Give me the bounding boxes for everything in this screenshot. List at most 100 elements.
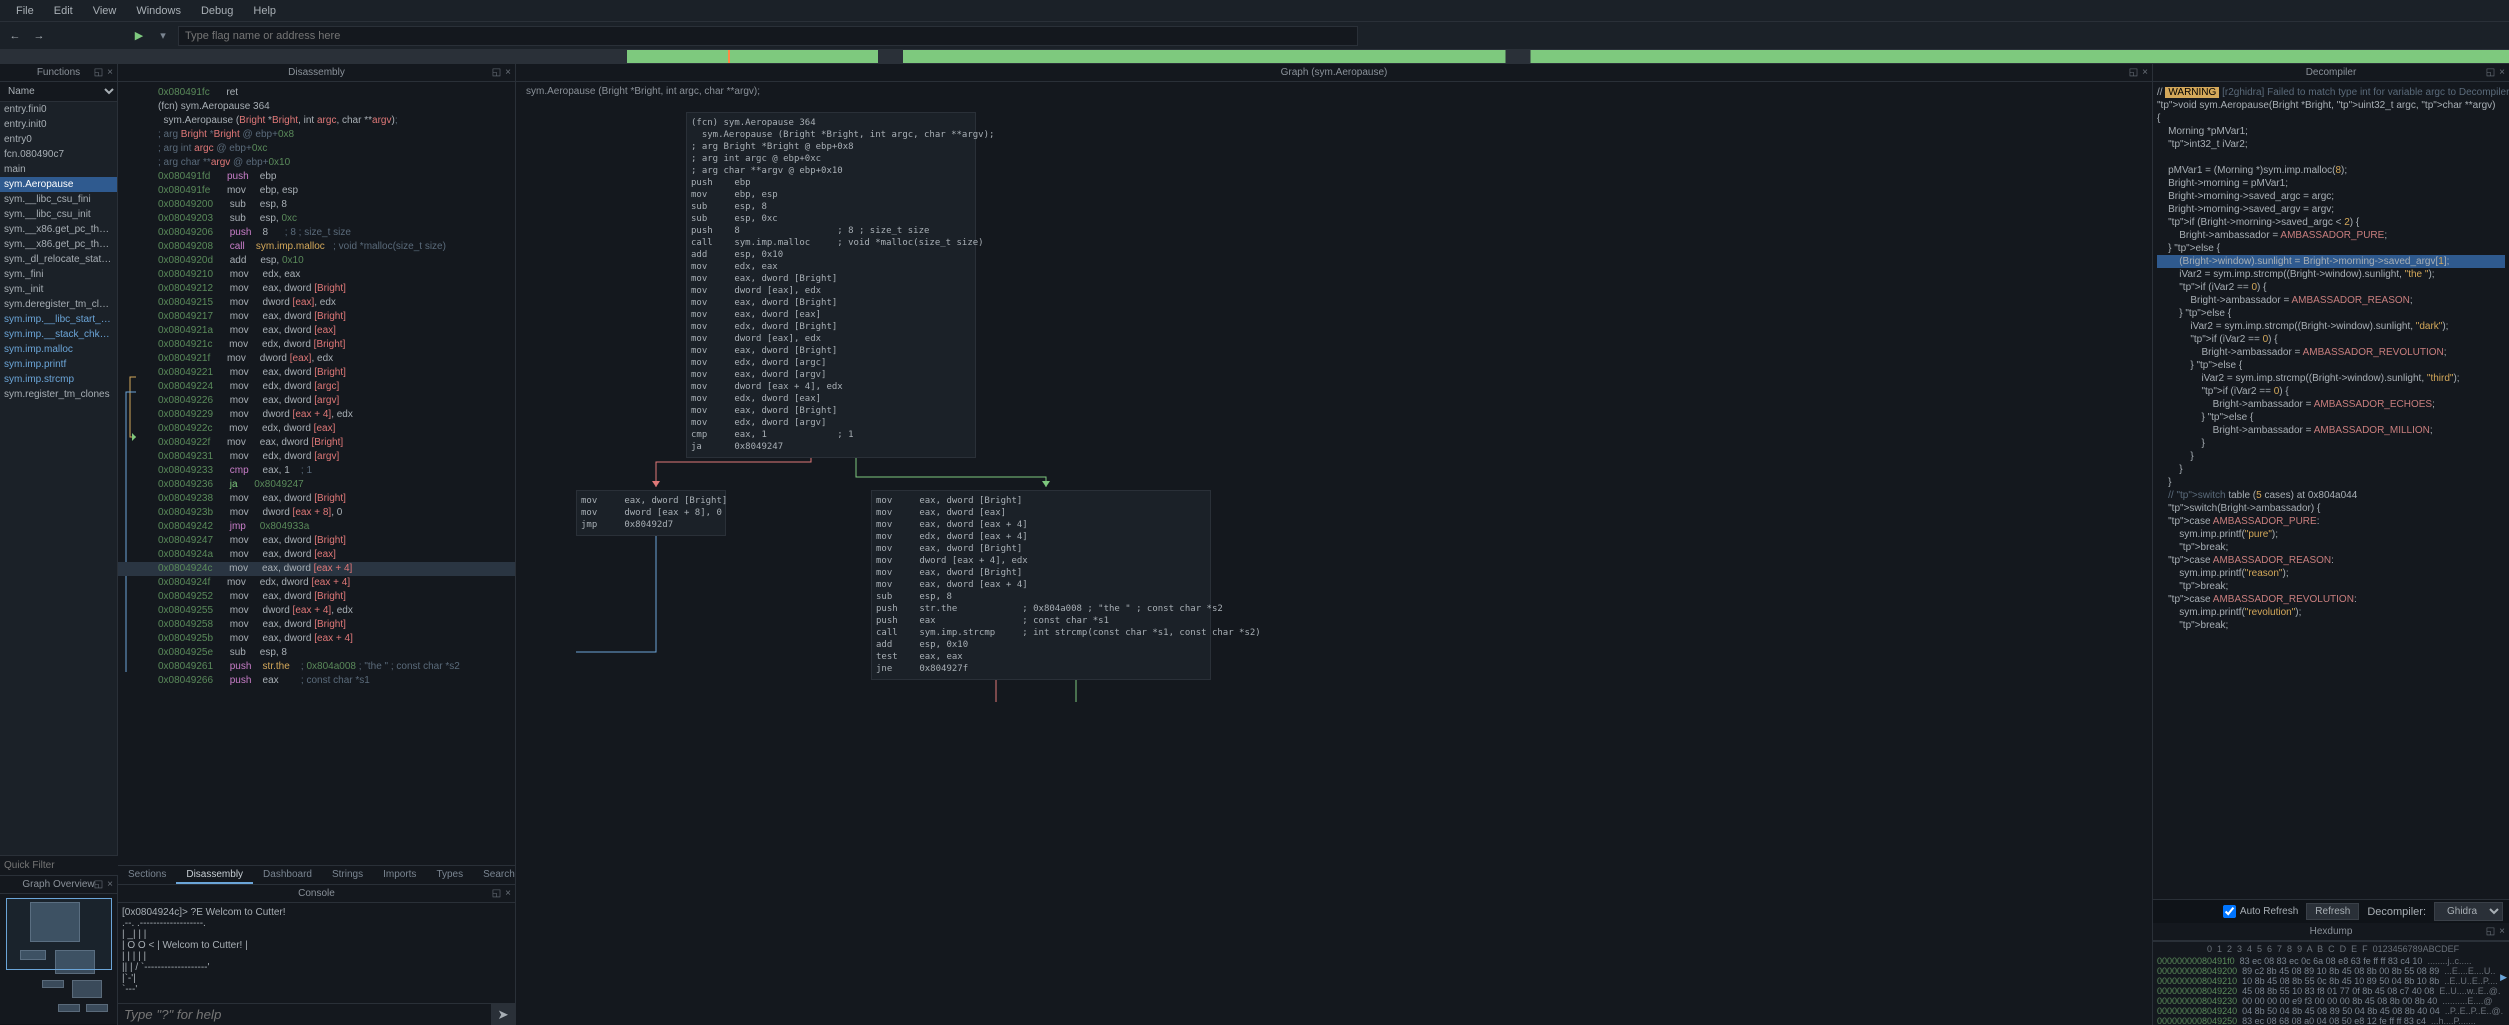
disasm-line[interactable]: 0x08049229 mov dword [eax + 4], edx bbox=[118, 408, 515, 422]
hex-row[interactable]: 0000000008049250 83 ec 08 68 08 a0 04 08… bbox=[2153, 1016, 2509, 1025]
console-submit-icon[interactable]: ➤ bbox=[491, 1004, 515, 1025]
function-item[interactable]: entry.fini0 bbox=[0, 102, 117, 117]
decomp-line[interactable]: } "tp">else { bbox=[2157, 307, 2505, 320]
decomp-line[interactable]: pMVar1 = (Morning *)sym.imp.malloc(8); bbox=[2157, 164, 2505, 177]
nav-forward-icon[interactable]: → bbox=[30, 27, 48, 45]
hex-row[interactable]: 00000000080491f0 83 ec 08 83 ec 0c 6a 08… bbox=[2153, 956, 2509, 966]
undock-icon[interactable]: ◱ bbox=[2129, 67, 2138, 78]
disasm-line[interactable]: 0x08049236 ja 0x8049247 bbox=[118, 478, 515, 492]
disasm-line[interactable]: 0x08049247 mov eax, dword [Bright] bbox=[118, 534, 515, 548]
disasm-line[interactable]: 0x08049217 mov eax, dword [Bright] bbox=[118, 310, 515, 324]
function-item[interactable]: sym.register_tm_clones bbox=[0, 387, 117, 402]
auto-refresh-checkbox[interactable]: Auto Refresh bbox=[2223, 905, 2298, 918]
function-item[interactable]: sym._fini bbox=[0, 267, 117, 282]
decomp-line[interactable]: } bbox=[2157, 476, 2505, 489]
close-icon[interactable]: × bbox=[2142, 67, 2148, 78]
disasm-line[interactable]: 0x08049210 mov edx, eax bbox=[118, 268, 515, 282]
function-item[interactable]: sym.__x86.get_pc_thunk.bx bbox=[0, 237, 117, 252]
decomp-line[interactable]: Bright->morning->saved_argv = argv; bbox=[2157, 203, 2505, 216]
hex-row[interactable]: 0000000008049210 10 8b 45 08 8b 55 0c 8b… bbox=[2153, 976, 2509, 986]
disasm-line[interactable]: 0x0804925b mov eax, dword [eax + 4] bbox=[118, 632, 515, 646]
decomp-line[interactable]: "tp">break; bbox=[2157, 619, 2505, 632]
graph-node-true[interactable]: mov eax, dword [Bright] mov eax, dword [… bbox=[871, 490, 1211, 680]
disasm-line[interactable]: 0x08049231 mov edx, dword [argv] bbox=[118, 450, 515, 464]
console-input[interactable] bbox=[118, 1004, 491, 1025]
decomp-line[interactable]: "tp">break; bbox=[2157, 541, 2505, 554]
disasm-line[interactable]: 0x08049212 mov eax, dword [Bright] bbox=[118, 282, 515, 296]
tab-imports[interactable]: Imports bbox=[373, 866, 426, 884]
decomp-line[interactable]: Bright->morning->saved_argc = argc; bbox=[2157, 190, 2505, 203]
disasm-line[interactable]: ; arg int argc @ ebp+0xc bbox=[118, 142, 515, 156]
tab-strings[interactable]: Strings bbox=[322, 866, 373, 884]
function-item[interactable]: entry0 bbox=[0, 132, 117, 147]
disasm-line[interactable]: 0x08049252 mov eax, dword [Bright] bbox=[118, 590, 515, 604]
decomp-line[interactable]: Bright->morning = pMVar1; bbox=[2157, 177, 2505, 190]
undock-icon[interactable]: ◱ bbox=[2486, 67, 2495, 78]
decomp-line[interactable]: // "tp">switch table (5 cases) at 0x804a… bbox=[2157, 489, 2505, 502]
decomp-line[interactable]: } bbox=[2157, 450, 2505, 463]
undock-icon[interactable]: ◱ bbox=[94, 67, 103, 78]
graph-overview-canvas[interactable] bbox=[0, 894, 117, 1024]
decomp-line[interactable] bbox=[2157, 151, 2505, 164]
disasm-line[interactable]: 0x08049238 mov eax, dword [Bright] bbox=[118, 492, 515, 506]
hex-row[interactable]: 0000000008049240 04 8b 50 04 8b 45 08 89… bbox=[2153, 1006, 2509, 1016]
disasm-line[interactable]: 0x08049226 mov eax, dword [argv] bbox=[118, 394, 515, 408]
tab-disassembly[interactable]: Disassembly bbox=[176, 866, 253, 884]
function-item[interactable]: entry.init0 bbox=[0, 117, 117, 132]
disasm-line[interactable]: 0x0804922c mov edx, dword [eax] bbox=[118, 422, 515, 436]
hex-next-icon[interactable]: ▶ bbox=[2500, 972, 2507, 983]
undock-icon[interactable]: ◱ bbox=[2486, 926, 2495, 937]
section-timeline[interactable] bbox=[0, 50, 2509, 64]
decomp-line[interactable]: "tp">break; bbox=[2157, 580, 2505, 593]
disasm-line[interactable]: 0x08049242 jmp 0x804933a bbox=[118, 520, 515, 534]
decomp-line[interactable]: Bright->ambassador = AMBASSADOR_REVOLUTI… bbox=[2157, 346, 2505, 359]
decomp-line[interactable]: "tp">if (iVar2 == 0) { bbox=[2157, 333, 2505, 346]
graph-node-entry[interactable]: (fcn) sym.Aeropause 364 sym.Aeropause (B… bbox=[686, 112, 976, 458]
disasm-line[interactable]: ; arg Bright *Bright @ ebp+0x8 bbox=[118, 128, 515, 142]
decomp-line[interactable]: "tp">case AMBASSADOR_REASON: bbox=[2157, 554, 2505, 567]
disasm-line[interactable]: 0x0804922f mov eax, dword [Bright] bbox=[118, 436, 515, 450]
graph-node-false[interactable]: mov eax, dword [Bright] mov dword [eax +… bbox=[576, 490, 726, 536]
hex-row[interactable]: 0000000008049220 45 08 8b 55 10 83 f8 01… bbox=[2153, 986, 2509, 996]
undock-icon[interactable]: ◱ bbox=[492, 888, 501, 899]
disasm-line[interactable]: 0x08049266 push eax ; const char *s1 bbox=[118, 674, 515, 688]
disasm-line[interactable]: 0x08049208 call sym.imp.malloc ; void *m… bbox=[118, 240, 515, 254]
decomp-line[interactable]: "tp">if (iVar2 == 0) { bbox=[2157, 281, 2505, 294]
close-icon[interactable]: × bbox=[505, 888, 511, 899]
function-item[interactable]: sym.imp.printf bbox=[0, 357, 117, 372]
decomp-line[interactable]: sym.imp.printf("revolution"); bbox=[2157, 606, 2505, 619]
decomp-line[interactable]: "tp">if (Bright->morning->saved_argc < 2… bbox=[2157, 216, 2505, 229]
function-item[interactable]: sym.__x86.get_pc_thunk.bp bbox=[0, 222, 117, 237]
disasm-line[interactable]: 0x0804923b mov dword [eax + 8], 0 bbox=[118, 506, 515, 520]
disasm-line[interactable]: 0x08049258 mov eax, dword [Bright] bbox=[118, 618, 515, 632]
function-item[interactable]: sym.imp.__libc_start_main bbox=[0, 312, 117, 327]
decomp-line[interactable]: iVar2 = sym.imp.strcmp((Bright->window).… bbox=[2157, 372, 2505, 385]
menu-debug[interactable]: Debug bbox=[191, 2, 243, 20]
decomp-line[interactable]: Bright->ambassador = AMBASSADOR_PURE; bbox=[2157, 229, 2505, 242]
hex-row[interactable]: 0000000008049200 89 c2 8b 45 08 89 10 8b… bbox=[2153, 966, 2509, 976]
decomp-line[interactable]: sym.imp.printf("reason"); bbox=[2157, 567, 2505, 580]
tab-dashboard[interactable]: Dashboard bbox=[253, 866, 322, 884]
function-item[interactable]: sym._dl_relocate_static_pie bbox=[0, 252, 117, 267]
close-icon[interactable]: × bbox=[107, 67, 113, 78]
disasm-line[interactable]: 0x08049224 mov edx, dword [argc] bbox=[118, 380, 515, 394]
menu-help[interactable]: Help bbox=[243, 2, 286, 20]
nav-back-icon[interactable]: ← bbox=[6, 27, 24, 45]
close-icon[interactable]: × bbox=[107, 879, 113, 890]
undock-icon[interactable]: ◱ bbox=[492, 67, 501, 78]
refresh-button[interactable]: Refresh bbox=[2306, 903, 2359, 920]
decomp-line[interactable]: } "tp">else { bbox=[2157, 359, 2505, 372]
menu-edit[interactable]: Edit bbox=[44, 2, 83, 20]
decomp-line[interactable]: Bright->ambassador = AMBASSADOR_REASON; bbox=[2157, 294, 2505, 307]
disasm-line[interactable]: 0x080491fc ret bbox=[118, 86, 515, 100]
decomp-line[interactable]: (Bright->window).sunlight = Bright->morn… bbox=[2157, 255, 2505, 268]
function-item[interactable]: sym.imp.malloc bbox=[0, 342, 117, 357]
disasm-line[interactable]: 0x0804921a mov eax, dword [eax] bbox=[118, 324, 515, 338]
disasm-line[interactable]: 0x08049221 mov eax, dword [Bright] bbox=[118, 366, 515, 380]
decomp-line[interactable]: Bright->ambassador = AMBASSADOR_ECHOES; bbox=[2157, 398, 2505, 411]
disasm-line[interactable]: 0x08049203 sub esp, 0xc bbox=[118, 212, 515, 226]
decomp-line[interactable]: iVar2 = sym.imp.strcmp((Bright->window).… bbox=[2157, 268, 2505, 281]
hex-row[interactable]: 0000000008049230 00 00 00 00 e9 f3 00 00… bbox=[2153, 996, 2509, 1006]
function-item[interactable]: main bbox=[0, 162, 117, 177]
tab-sections[interactable]: Sections bbox=[118, 866, 176, 884]
